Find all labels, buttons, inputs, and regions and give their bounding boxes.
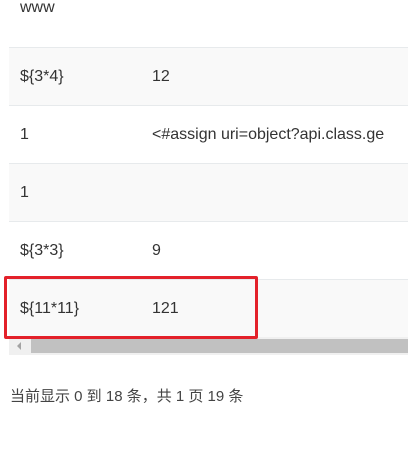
table-cell: 1 (20, 126, 29, 143)
pagination-info: 当前显示 0 到 18 条，共 1 页 19 条 (10, 388, 244, 405)
table-row: ${11*11} 121 (9, 279, 408, 337)
table-cell: 12 (152, 68, 170, 85)
table-cell: ${3*3} (20, 242, 64, 259)
table-cell: 9 (152, 242, 161, 259)
table-cell: 121 (152, 300, 179, 317)
table-cell: <#assign uri=object?api.class.ge (152, 126, 385, 143)
table-cell: ${11*11} (20, 300, 80, 317)
scroll-left-arrow-icon[interactable] (9, 337, 29, 355)
table-cell: www (20, 0, 55, 16)
table-cell: ${3*4} (20, 68, 64, 85)
table-row: ${3*3} 9 (9, 221, 408, 279)
table-cell: 1 (20, 184, 29, 201)
results-table: www ${3*4} 12 1 <#assign uri=object?api.… (9, 0, 408, 356)
table-row: 1 (9, 163, 408, 221)
horizontal-scrollbar[interactable] (9, 337, 408, 355)
table-row: www (9, 0, 408, 37)
scrollbar-thumb[interactable] (31, 339, 408, 353)
table-row: 1 <#assign uri=object?api.class.ge (9, 105, 408, 163)
table-row: ${3*4} 12 (9, 47, 408, 105)
